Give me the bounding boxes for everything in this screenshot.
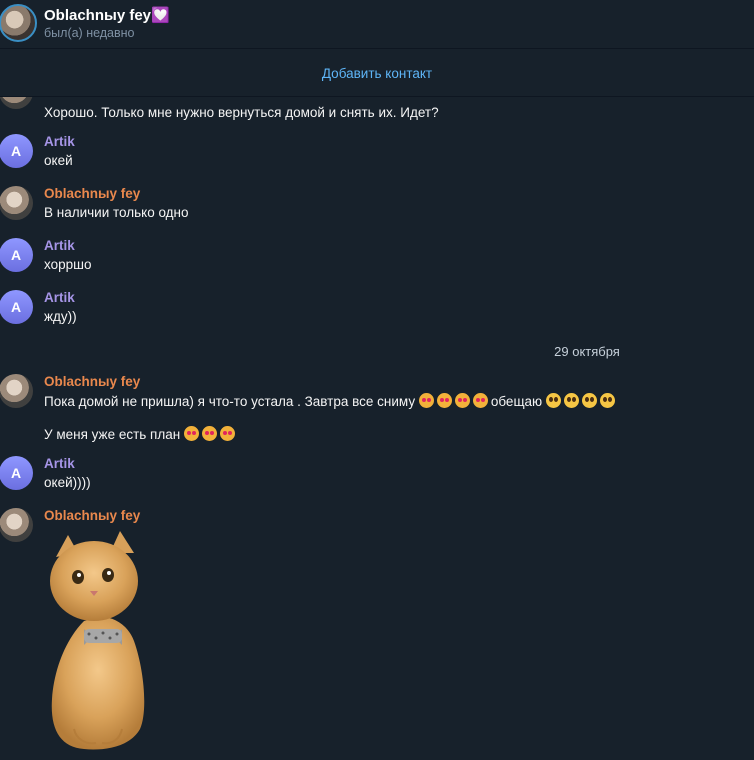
sender-avatar[interactable] [0,97,33,109]
sender-name[interactable]: Artik [44,290,75,305]
chat-header: Oblachnыy fey💟 был(а) недавно [0,0,754,48]
add-contact-bar: Добавить контакт [0,50,754,96]
sender-avatar[interactable]: A [0,134,33,168]
pleading-face-icon [581,393,597,408]
message-text: У меня уже есть план [44,426,238,442]
message-text: В наличии только одно [44,205,189,220]
message-text: окей [44,153,73,168]
header-divider [0,48,754,49]
sender-avatar[interactable]: A [0,238,33,272]
message-text: хорршо [44,257,92,272]
sender-name[interactable]: Oblachnыy fey [44,374,140,389]
heart-eyes-cat-icon [183,426,199,441]
heart-eyes-cat-icon [436,393,452,408]
heart-eyes-cat-icon [219,426,235,441]
message-text-part: У меня уже есть план [44,427,181,442]
pleading-face-icon [563,393,579,408]
heart-eyes-cat-icon [472,393,488,408]
message-text: окей)))) [44,475,91,490]
message-text: жду)) [44,309,77,324]
contact-name[interactable]: Oblachnыy fey💟 [44,6,170,24]
heart-eyes-cat-icon [454,393,470,408]
sender-name[interactable]: Artik [44,134,75,149]
message-list[interactable]: Хорошо. Только мне нужно вернуться домой… [0,97,754,760]
sender-name[interactable]: Artik [44,238,75,253]
sender-name[interactable]: Artik [44,456,75,471]
message-text-part: обещаю [490,394,543,409]
cat-sticker[interactable] [44,529,148,751]
sender-avatar[interactable] [0,186,33,220]
message-text: Хорошо. Только мне нужно вернуться домой… [44,105,439,120]
contact-avatar[interactable] [0,4,37,42]
contact-status: был(а) недавно [44,26,135,40]
sender-avatar[interactable] [0,374,33,408]
pleading-face-icon [599,393,615,408]
heart-eyes-cat-icon [418,393,434,408]
sender-avatar[interactable] [0,508,33,542]
sender-avatar[interactable]: A [0,456,33,490]
sender-name[interactable]: Oblachnыy fey [44,508,140,523]
message-text: Пока домой не пришла) я что-то устала . … [44,393,618,409]
heart-eyes-cat-icon [201,426,217,441]
date-separator: 29 октября [0,344,754,359]
sender-avatar[interactable]: A [0,290,33,324]
pleading-face-icon [545,393,561,408]
date-label: 29 октября [554,344,620,359]
add-contact-button[interactable]: Добавить контакт [322,66,432,81]
sender-name[interactable]: Oblachnыy fey [44,186,140,201]
message-text-part: Пока домой не пришла) я что-то устала . … [44,394,416,409]
